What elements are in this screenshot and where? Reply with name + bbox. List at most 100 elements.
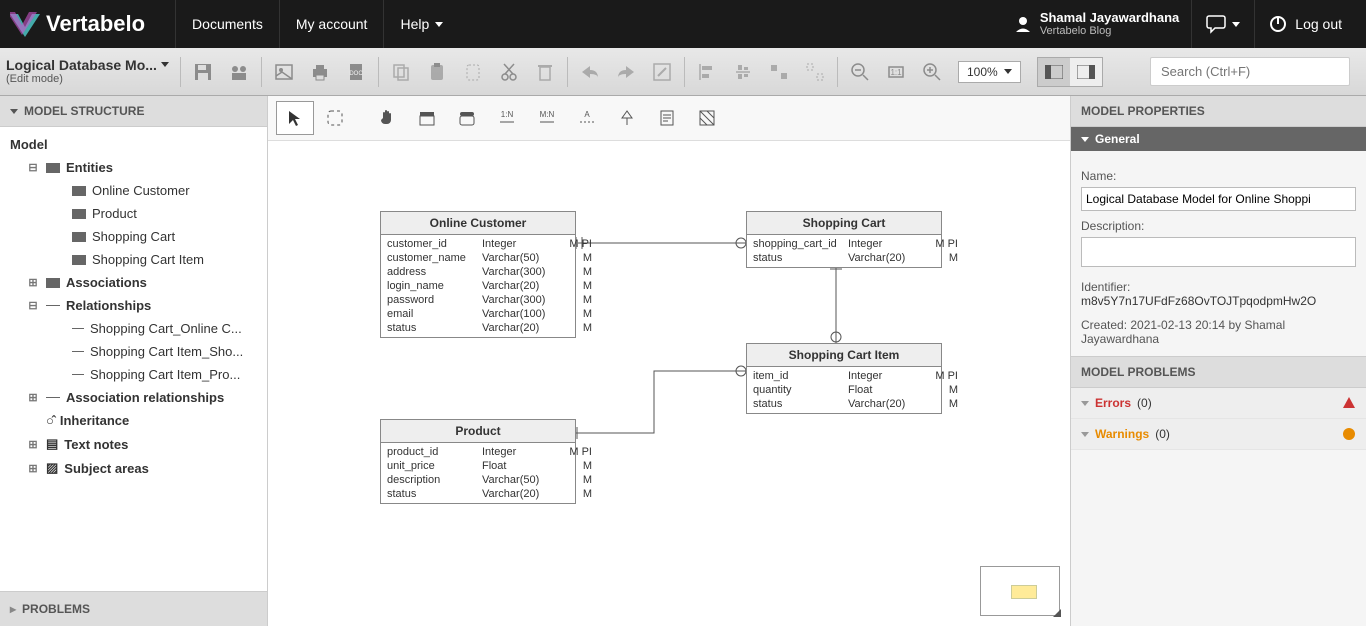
new-entity-tool[interactable] (408, 101, 446, 135)
line-icon (72, 374, 84, 375)
copy-button[interactable] (383, 54, 419, 90)
one-to-many-tool[interactable]: 1:N (488, 101, 526, 135)
tree-entity-item[interactable]: Shopping Cart (4, 225, 263, 248)
logout-button[interactable]: Log out (1254, 0, 1356, 48)
subject-area-tool[interactable] (688, 101, 726, 135)
entity-icon (72, 232, 86, 242)
tree-relationship-item[interactable]: Shopping Cart Item_Sho... (4, 340, 263, 363)
delete-button[interactable] (527, 54, 563, 90)
power-icon (1269, 15, 1287, 33)
align-left-button[interactable] (689, 54, 725, 90)
entity-product[interactable]: Product product_idIntegerM PIunit_priceF… (380, 419, 576, 504)
undo-button[interactable] (572, 54, 608, 90)
entity-online-customer[interactable]: Online Customer customer_idIntegerM PIcu… (380, 211, 576, 338)
tree-entities[interactable]: ⊟Entities (4, 156, 263, 179)
svg-text:A: A (584, 110, 590, 119)
warnings-row[interactable]: Warnings (0) (1071, 419, 1366, 450)
problems-header[interactable]: ▸PROBLEMS (0, 591, 267, 626)
nav-help[interactable]: Help (383, 0, 459, 48)
comments-button[interactable] (1191, 0, 1254, 48)
chevron-down-icon (161, 62, 169, 67)
errors-row[interactable]: Errors (0) (1071, 388, 1366, 419)
zoom-level[interactable]: 100% (958, 61, 1021, 83)
canvas[interactable]: Online Customer customer_idIntegerM PIcu… (268, 141, 1070, 626)
redo-button[interactable] (608, 54, 644, 90)
entity-icon (72, 209, 86, 219)
view-right-panel-button[interactable] (1070, 58, 1102, 86)
nav-my-account[interactable]: My account (279, 0, 384, 48)
doc-button[interactable]: DOC (338, 54, 374, 90)
zoom-in-button[interactable] (914, 54, 950, 90)
tree-subject-areas[interactable]: ⊞▨Subject areas (4, 456, 263, 480)
tree-entity-item[interactable]: Online Customer (4, 179, 263, 202)
note-tool[interactable] (648, 101, 686, 135)
model-structure-header[interactable]: MODEL STRUCTURE (0, 96, 267, 127)
description-label: Description: (1081, 219, 1356, 233)
nav-documents[interactable]: Documents (175, 0, 279, 48)
topbar: Vertabelo Documents My account Help Sham… (0, 0, 1366, 48)
model-problems-header: MODEL PROBLEMS (1071, 357, 1366, 388)
tree-associations[interactable]: ⊞Associations (4, 271, 263, 294)
save-button[interactable] (185, 54, 221, 90)
entity-icon (72, 186, 86, 196)
inheritance-tool[interactable] (608, 101, 646, 135)
paste-button[interactable] (419, 54, 455, 90)
model-problems-panel: MODEL PROBLEMS Errors (0) Warnings (0) (1071, 356, 1366, 450)
ungroup-button[interactable] (797, 54, 833, 90)
entity-header: Shopping Cart Item (747, 344, 941, 367)
share-button[interactable] (221, 54, 257, 90)
general-section-header[interactable]: General (1071, 127, 1366, 151)
minimap[interactable] (980, 566, 1060, 616)
tree-assoc-relationships[interactable]: ⊞Association relationships (4, 386, 263, 409)
new-association-tool[interactable] (448, 101, 486, 135)
association-link-tool[interactable]: A (568, 101, 606, 135)
document-name: Logical Database Mo... (6, 57, 157, 74)
zoom-reset-button[interactable]: 1:1 (878, 54, 914, 90)
paste-special-button[interactable] (455, 54, 491, 90)
canvas-area: 1:N M:N A Online Customer cus (268, 96, 1071, 626)
tree-relationships[interactable]: ⊟Relationships (4, 294, 263, 317)
svg-text:M:N: M:N (540, 110, 555, 119)
main-toolbar: Logical Database Mo... (Edit mode) DOC 1… (0, 48, 1366, 96)
error-icon (1342, 396, 1356, 410)
model-description-input[interactable] (1081, 237, 1356, 267)
edit-button[interactable] (644, 54, 680, 90)
tree-relationship-item[interactable]: Shopping Cart Item_Pro... (4, 363, 263, 386)
distribute-button[interactable] (761, 54, 797, 90)
entity-shopping-cart[interactable]: Shopping Cart shopping_cart_idIntegerM P… (746, 211, 942, 268)
zoom-out-button[interactable] (842, 54, 878, 90)
tree-inheritance[interactable]: ○̂Inheritance (4, 409, 263, 432)
tree-entity-item[interactable]: Product (4, 202, 263, 225)
tree-text-notes[interactable]: ⊞▤Text notes (4, 432, 263, 456)
marquee-tool[interactable] (316, 101, 354, 135)
warning-icon (1342, 427, 1356, 441)
select-tool[interactable] (276, 101, 314, 135)
view-left-panel-button[interactable] (1038, 58, 1070, 86)
folder-icon (46, 278, 60, 288)
entity-shopping-cart-item[interactable]: Shopping Cart Item item_idIntegerM PIqua… (746, 343, 942, 414)
search-input[interactable] (1150, 57, 1350, 86)
tree-model-root[interactable]: Model (4, 133, 263, 156)
tree-entity-item[interactable]: Shopping Cart Item (4, 248, 263, 271)
tree-relationship-item[interactable]: Shopping Cart_Online C... (4, 317, 263, 340)
line-icon (46, 305, 60, 306)
print-button[interactable] (302, 54, 338, 90)
line-icon (72, 328, 84, 329)
many-to-many-tool[interactable]: M:N (528, 101, 566, 135)
user-name: Shamal Jayawardhana (1040, 10, 1179, 26)
pan-tool[interactable] (368, 101, 406, 135)
sidebar: MODEL STRUCTURE Model ⊟Entities Online C… (0, 96, 268, 626)
minimap-resize-icon (1053, 609, 1061, 617)
logo[interactable]: Vertabelo (10, 9, 145, 39)
user-block[interactable]: Shamal Jayawardhana Vertabelo Blog (1002, 10, 1191, 39)
line-icon (72, 351, 84, 352)
chevron-right-icon: ▸ (10, 602, 16, 616)
brand-name: Vertabelo (46, 11, 145, 37)
align-center-button[interactable] (725, 54, 761, 90)
model-name-input[interactable] (1081, 187, 1356, 211)
image-button[interactable] (266, 54, 302, 90)
svg-text:1:1: 1:1 (890, 68, 902, 77)
expand-icon: ⊞ (26, 276, 40, 290)
cut-button[interactable] (491, 54, 527, 90)
document-title-block[interactable]: Logical Database Mo... (Edit mode) (6, 57, 176, 87)
